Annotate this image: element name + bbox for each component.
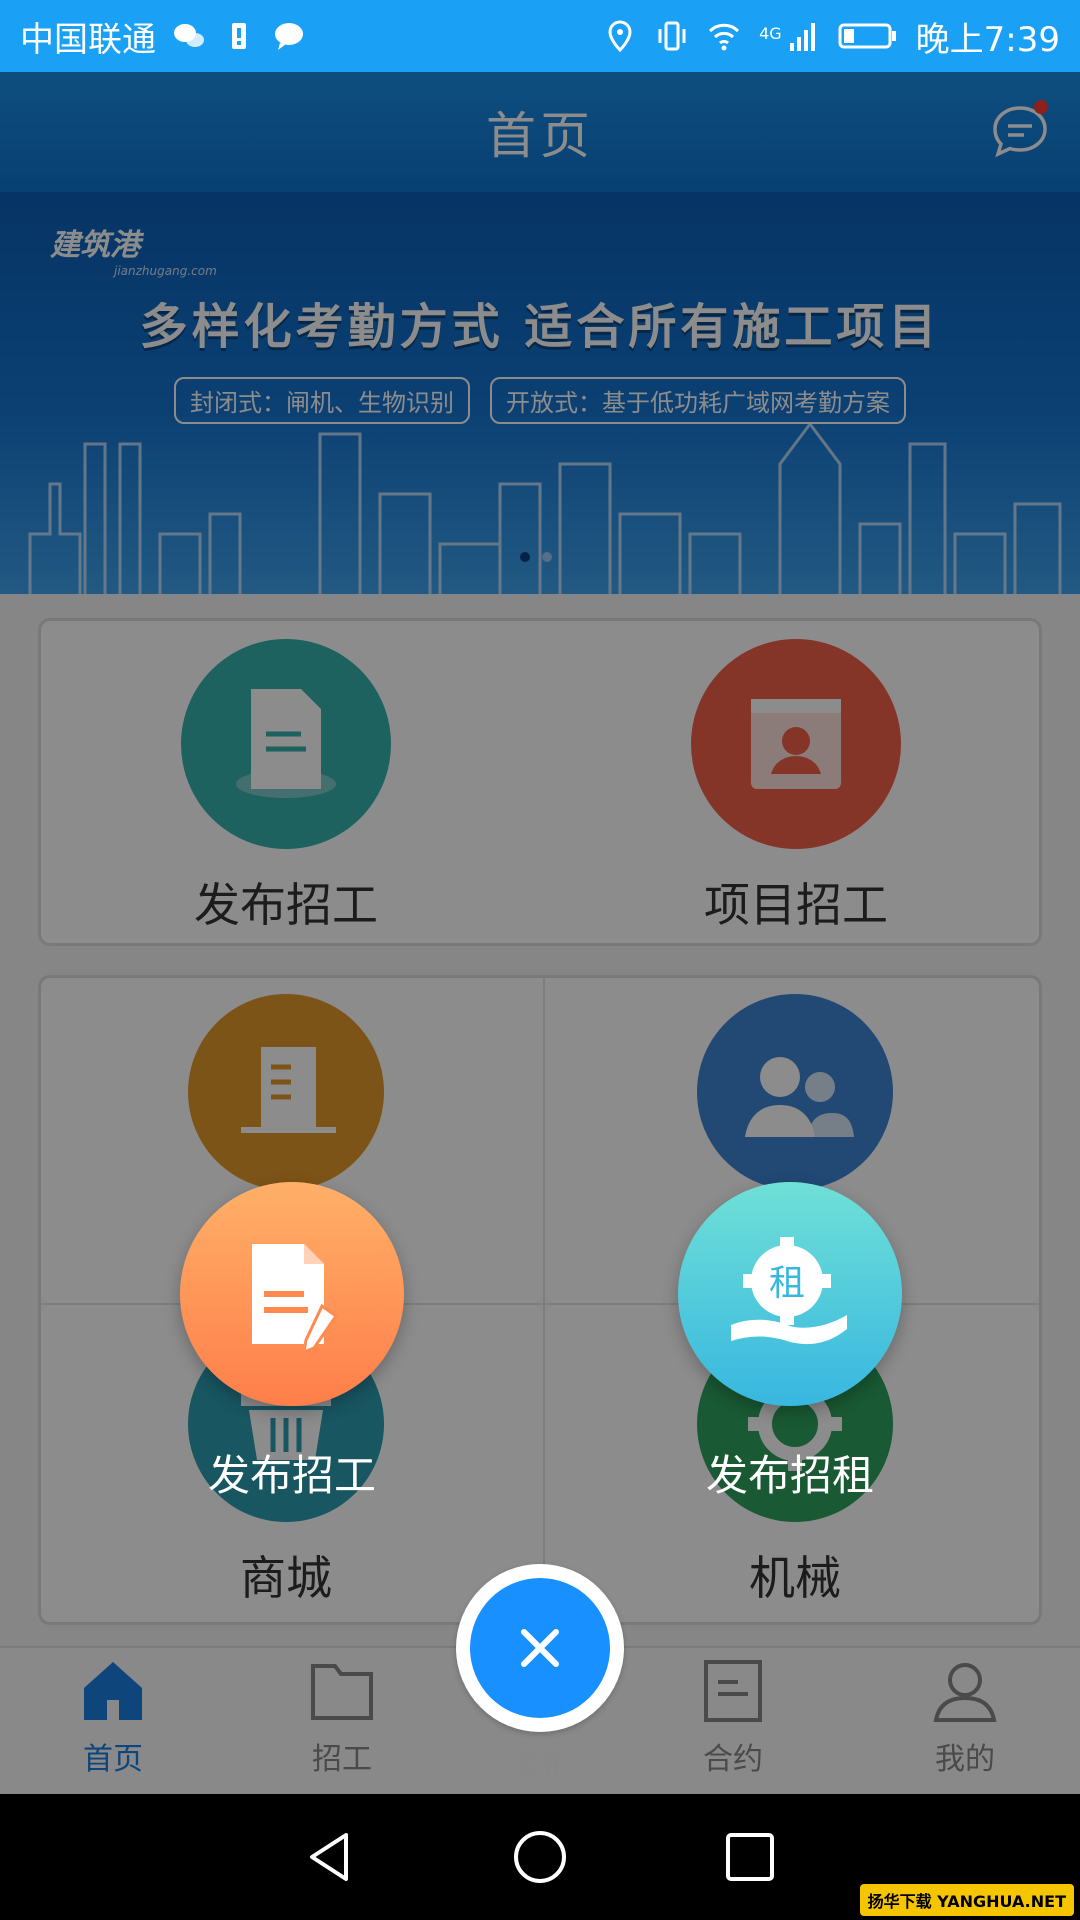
message-icon bbox=[275, 23, 303, 50]
popup-post-job-button[interactable]: 发布招工 bbox=[180, 1182, 404, 1503]
fab-label: 发布 bbox=[510, 1748, 570, 1783]
popup-post-rental-button[interactable]: 租 发布招租 bbox=[678, 1182, 902, 1503]
vibrate-icon bbox=[658, 21, 686, 51]
wifi-icon bbox=[709, 23, 740, 51]
rent-icon: 租 bbox=[678, 1182, 902, 1406]
popup-label: 发布招工 bbox=[207, 1451, 376, 1500]
edit-document-icon bbox=[180, 1182, 404, 1406]
signal-icon bbox=[789, 23, 815, 51]
rent-badge: 租 bbox=[769, 1263, 805, 1304]
clock-text: 晚上7:39 bbox=[915, 19, 1060, 60]
dim-overlay[interactable] bbox=[0, 72, 1080, 1794]
battery-alert-icon bbox=[232, 23, 246, 49]
status-bar: 中国联通 4G 晚上7:39 bbox=[0, 0, 1080, 72]
recents-icon[interactable] bbox=[720, 1827, 780, 1887]
fab-inner bbox=[470, 1578, 610, 1718]
watermark: 扬华下载 YANGHUA.NET bbox=[859, 1884, 1074, 1916]
popup-label: 发布招租 bbox=[705, 1451, 874, 1500]
home-circle-icon[interactable] bbox=[510, 1827, 570, 1887]
close-icon bbox=[521, 1629, 559, 1667]
battery-icon bbox=[838, 23, 896, 49]
back-icon[interactable] bbox=[300, 1827, 360, 1887]
publish-fab[interactable] bbox=[456, 1564, 624, 1732]
location-icon bbox=[608, 20, 632, 53]
carrier-text: 中国联通 bbox=[20, 19, 156, 60]
network-type: 4G bbox=[759, 23, 782, 43]
wechat-icon bbox=[174, 24, 204, 47]
